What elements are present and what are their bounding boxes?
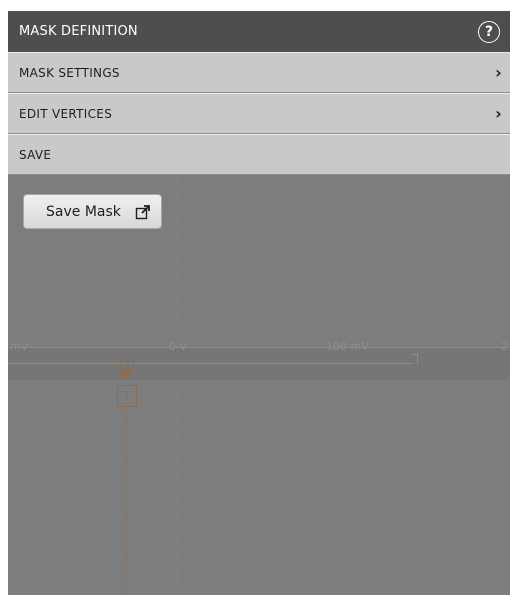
chevron-right-icon: › [495, 63, 502, 82]
trigger-level-icon: T [120, 357, 134, 371]
title-bar: MASK DEFINITION ? [8, 11, 510, 52]
menu-item-save[interactable]: SAVE [8, 134, 510, 175]
menu-item-label: MASK SETTINGS [19, 65, 120, 80]
horizontal-marker-line [8, 363, 413, 364]
axis-label: 0 V [169, 340, 188, 353]
axis-label: mV [10, 340, 29, 353]
menu-item-edit-vertices[interactable]: EDIT VERTICES › [8, 93, 510, 134]
trigger-arrow-icon [118, 371, 134, 380]
waveform-trace [8, 571, 510, 572]
save-mask-label: Save Mask [46, 203, 121, 220]
menu-item-label: SAVE [19, 147, 52, 162]
panel-title: MASK DEFINITION [19, 24, 138, 39]
menu-item-label: EDIT VERTICES [19, 106, 113, 121]
trigger-position-line [126, 406, 127, 595]
menu-item-mask-settings[interactable]: MASK SETTINGS › [8, 52, 510, 93]
chevron-right-icon: › [495, 104, 502, 123]
external-link-icon [135, 205, 150, 220]
help-icon[interactable]: ? [478, 20, 500, 43]
axis-label: 100 mV [326, 340, 369, 353]
save-mask-button[interactable]: Save Mask [23, 194, 162, 229]
axis-label: 2 [501, 340, 508, 353]
mask-menu: MASK DEFINITION ? MASK SETTINGS › EDIT V… [8, 11, 510, 175]
horizontal-marker-end [411, 354, 418, 365]
trigger-position-marker: T [117, 385, 137, 407]
mask-definition-panel: mV 0 V 100 mV 2 T T MASK DEFINITION ? MA… [8, 11, 510, 595]
